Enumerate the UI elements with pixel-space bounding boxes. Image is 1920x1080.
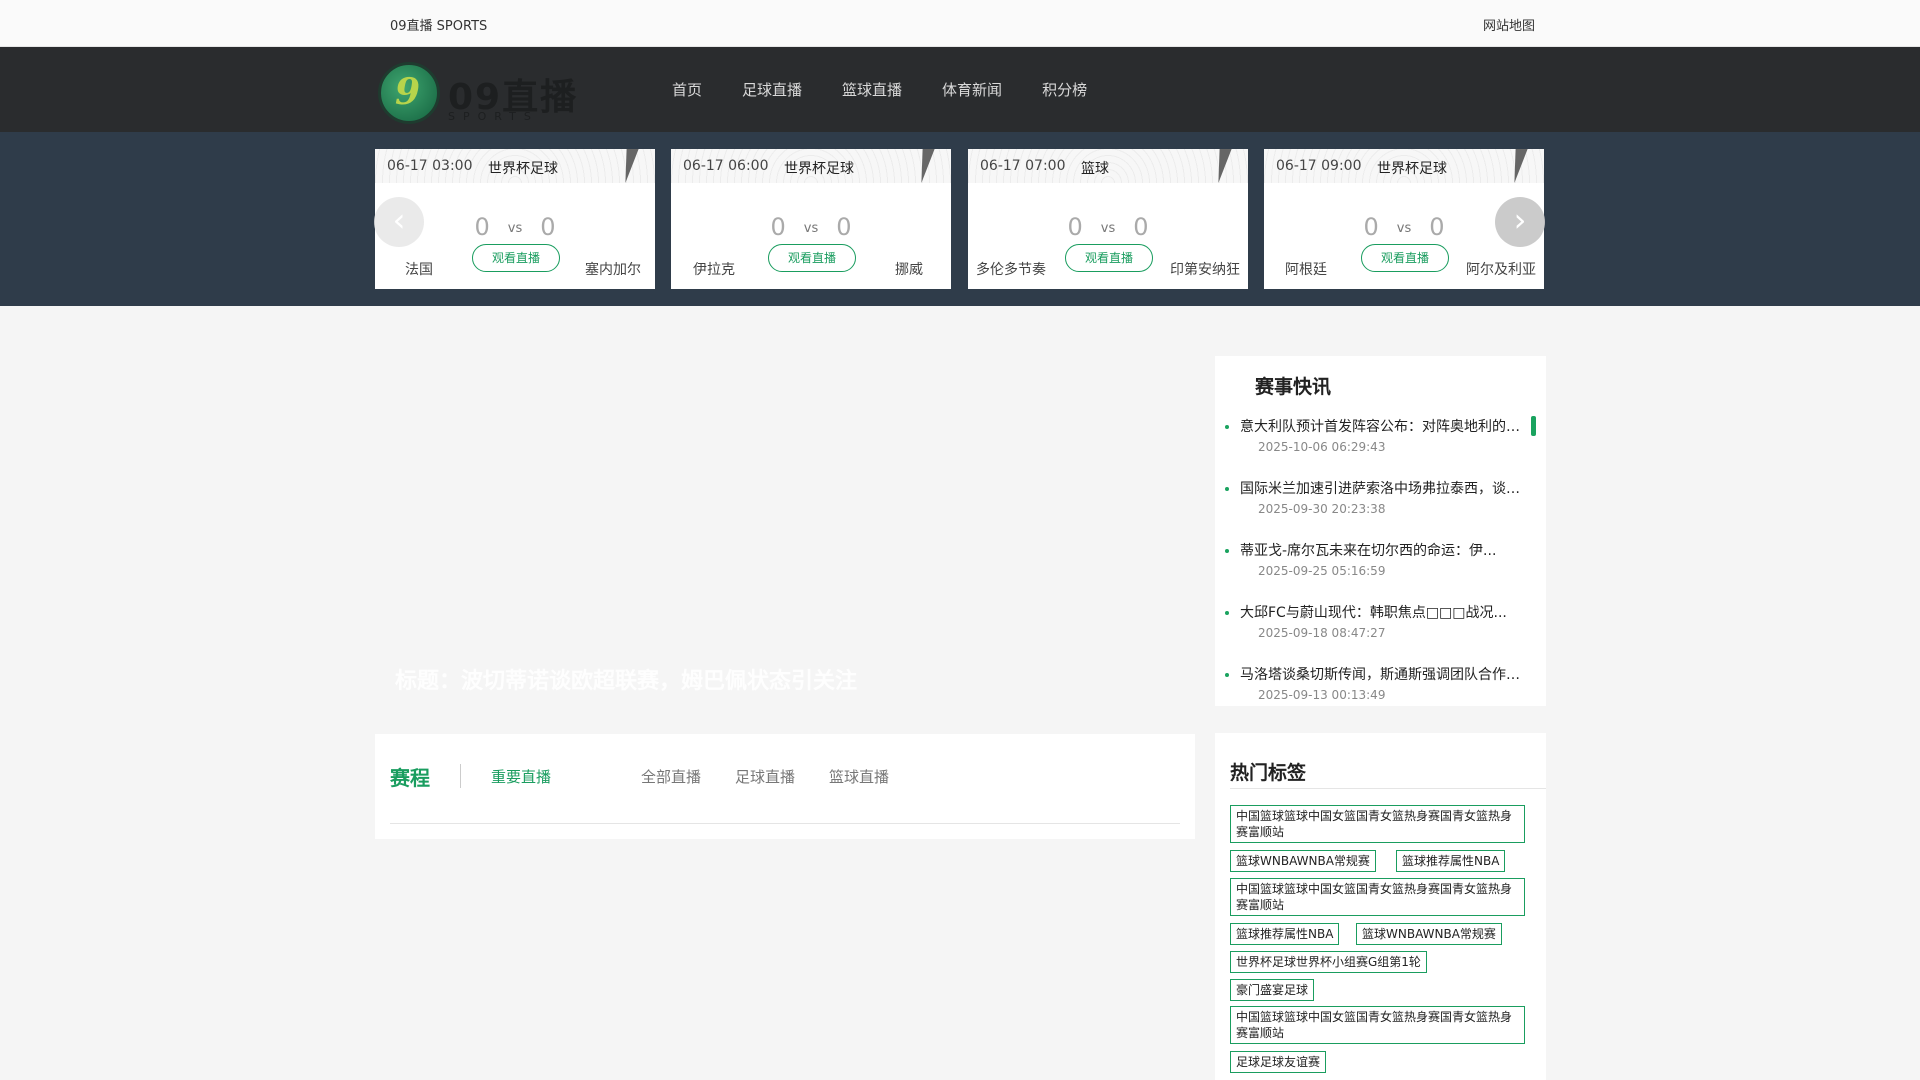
site-brand[interactable]: 09直播 SPORTS (390, 15, 487, 34)
news-date: 2025-09-18 08:47:27 (1258, 626, 1386, 640)
home-team: 多伦多节奏 (976, 262, 1046, 278)
match-league: 世界杯足球 (488, 161, 558, 177)
logo-sub: SPORTS (448, 110, 539, 123)
banner-slider[interactable]: 标题：波切蒂诺谈欧超联赛，姆巴佩状态引关注 (375, 355, 1195, 710)
news-headline[interactable]: 蒂亚戈-席尔瓦未来在切尔西的命运：伊... (1240, 540, 1525, 560)
schedule-title: 赛程 (390, 766, 430, 790)
home-score: 0 (770, 213, 786, 241)
nav-basketball-live[interactable]: 篮球直播 (842, 79, 902, 100)
logo-mark-icon: 9 (378, 62, 440, 124)
away-score: 0 (1429, 213, 1445, 241)
divider (390, 823, 1180, 824)
match-strip (0, 132, 1920, 306)
match-league: 世界杯足球 (1377, 161, 1447, 177)
sitemap-link[interactable]: 网站地图 (1483, 15, 1535, 34)
away-team: 塞内加尔 (585, 262, 641, 278)
bullet-icon (1225, 611, 1229, 615)
news-headline[interactable]: 马洛塔谈桑切斯传闻，斯通斯强调团队合作精神 (1240, 664, 1525, 684)
match-league: 世界杯足球 (784, 161, 854, 177)
bullet-icon (1225, 549, 1229, 553)
vs-label: vs (507, 220, 523, 236)
tab-basketball-live[interactable]: 篮球直播 (829, 766, 889, 787)
news-title: 赛事快讯 (1255, 376, 1332, 398)
news-headline[interactable]: 大邱FC与蔚山现代：韩职焦点□□□战况... (1240, 602, 1525, 622)
match-league: 篮球 (1081, 161, 1109, 177)
tag-item[interactable]: 世界杯足球世界杯小组赛G组第1轮 (1230, 951, 1427, 973)
home-team: 伊拉克 (693, 262, 735, 278)
nav-home[interactable]: 首页 (672, 79, 702, 100)
news-item[interactable]: 马洛塔谈桑切斯传闻，斯通斯强调团队合作精神 2025-09-13 00:13:49 (1225, 664, 1525, 706)
match-time: 06-17 06:00 (683, 158, 769, 174)
vs-label: vs (1396, 220, 1412, 236)
tab-football-live[interactable]: 足球直播 (735, 766, 795, 787)
nav-football-live[interactable]: 足球直播 (742, 79, 802, 100)
top-bar: 09直播 SPORTS 网站地图 (0, 0, 1920, 47)
divider (460, 764, 461, 788)
schedule-panel: 赛程 重要直播 全部直播 足球直播 篮球直播 (375, 734, 1195, 839)
match-card[interactable]: 06-17 07:00 篮球 0 vs 0 多伦多节奏 观看直播 印第安纳狂 (968, 149, 1248, 289)
tag-item[interactable]: 篮球WNBAWNBA常规赛 (1356, 923, 1502, 945)
news-item[interactable]: 大邱FC与蔚山现代：韩职焦点□□□战况... 2025-09-18 08:47:2… (1225, 602, 1525, 664)
away-team: 印第安纳狂 (1170, 262, 1240, 278)
match-score: 0 vs 0 (968, 213, 1248, 241)
watch-live-button[interactable]: 观看直播 (1065, 244, 1153, 272)
home-team: 阿根廷 (1285, 262, 1327, 278)
tag-item[interactable]: 中国篮球篮球中国女篮国青女篮热身赛国青女篮热身赛富顺站 (1230, 878, 1525, 916)
news-panel: 赛事快讯 意大利队预计首发阵容公布：对阵奥地利的关键一战 2025-10-06 0… (1215, 356, 1546, 706)
banner-title[interactable]: 标题：波切蒂诺谈欧超联赛，姆巴佩状态引关注 (395, 663, 857, 695)
away-score: 0 (836, 213, 852, 241)
home-team: 法国 (405, 262, 433, 278)
away-team: 阿尔及利亚 (1466, 262, 1536, 278)
watch-live-button[interactable]: 观看直播 (1361, 244, 1449, 272)
vs-label: vs (1100, 220, 1116, 236)
news-headline[interactable]: 意大利队预计首发阵容公布：对阵奥地利的关键一战 (1240, 416, 1525, 436)
news-item[interactable]: 国际米兰加速引进萨索洛中场弗拉泰西，谈判进入最后阶段 2025-09-30 20:… (1225, 478, 1525, 540)
match-time: 06-17 09:00 (1276, 158, 1362, 174)
home-score: 0 (1067, 213, 1083, 241)
news-date: 2025-09-13 00:13:49 (1258, 688, 1386, 702)
bullet-icon (1225, 425, 1229, 429)
tag-item[interactable]: 豪门盛宴足球 (1230, 979, 1315, 1001)
news-item[interactable]: 意大利队预计首发阵容公布：对阵奥地利的关键一战 2025-10-06 06:29:… (1225, 416, 1525, 478)
watch-live-button[interactable]: 观看直播 (472, 244, 560, 272)
nav-standings[interactable]: 积分榜 (1042, 79, 1087, 100)
news-date: 2025-09-30 20:23:38 (1258, 502, 1386, 516)
tags-panel: 热门标签 中国篮球篮球中国女篮国青女篮热身赛国青女篮热身赛富顺站 篮球WNBAW… (1215, 733, 1546, 1080)
tag-item[interactable]: 中国篮球篮球中国女篮国青女篮热身赛国青女篮热身赛富顺站 (1230, 1006, 1525, 1044)
news-list: 意大利队预计首发阵容公布：对阵奥地利的关键一战 2025-10-06 06:29:… (1225, 416, 1525, 706)
news-date: 2025-10-06 06:29:43 (1258, 440, 1386, 454)
site-logo[interactable]: 9 09直播 SPORTS (376, 62, 586, 126)
main-nav: 首页 足球直播 篮球直播 体育新闻 积分榜 (652, 47, 1107, 132)
tag-item[interactable]: 中国篮球篮球中国女篮国青女篮热身赛国青女篮热身赛富顺站 (1230, 805, 1525, 843)
bullet-icon (1225, 673, 1229, 677)
tags-title: 热门标签 (1230, 762, 1307, 784)
vs-label: vs (803, 220, 819, 236)
news-scrollbar[interactable] (1531, 416, 1536, 436)
divider (1230, 788, 1546, 789)
home-score: 0 (474, 213, 490, 241)
tag-item[interactable]: 篮球推荐属性NBA (1396, 850, 1506, 872)
chevron-right-icon[interactable]: › (1495, 197, 1545, 247)
news-headline[interactable]: 国际米兰加速引进萨索洛中场弗拉泰西，谈判进入最后阶段 (1240, 478, 1525, 498)
watch-live-button[interactable]: 观看直播 (768, 244, 856, 272)
match-time: 06-17 07:00 (980, 158, 1066, 174)
bullet-icon (1225, 487, 1229, 491)
match-time: 06-17 03:00 (387, 158, 473, 174)
chevron-left-icon[interactable]: ‹ (374, 197, 424, 247)
tag-item[interactable]: 篮球推荐属性NBA (1230, 923, 1340, 945)
match-card[interactable]: 06-17 06:00 世界杯足球 0 vs 0 伊拉克 观看直播 挪威 (671, 149, 951, 289)
match-score: 0 vs 0 (671, 213, 951, 241)
away-team: 挪威 (895, 262, 923, 278)
tag-item[interactable]: 足球足球友谊赛 (1230, 1051, 1327, 1073)
news-item[interactable]: 蒂亚戈-席尔瓦未来在切尔西的命运：伊... 2025-09-25 05:16:59 (1225, 540, 1525, 602)
away-score: 0 (1133, 213, 1149, 241)
home-score: 0 (1363, 213, 1379, 241)
away-score: 0 (540, 213, 556, 241)
tab-important-live[interactable]: 重要直播 (491, 766, 551, 787)
nav-sports-news[interactable]: 体育新闻 (942, 79, 1002, 100)
tag-item[interactable]: 篮球WNBAWNBA常规赛 (1230, 850, 1376, 872)
news-date: 2025-09-25 05:16:59 (1258, 564, 1386, 578)
tab-all-live[interactable]: 全部直播 (641, 766, 701, 787)
